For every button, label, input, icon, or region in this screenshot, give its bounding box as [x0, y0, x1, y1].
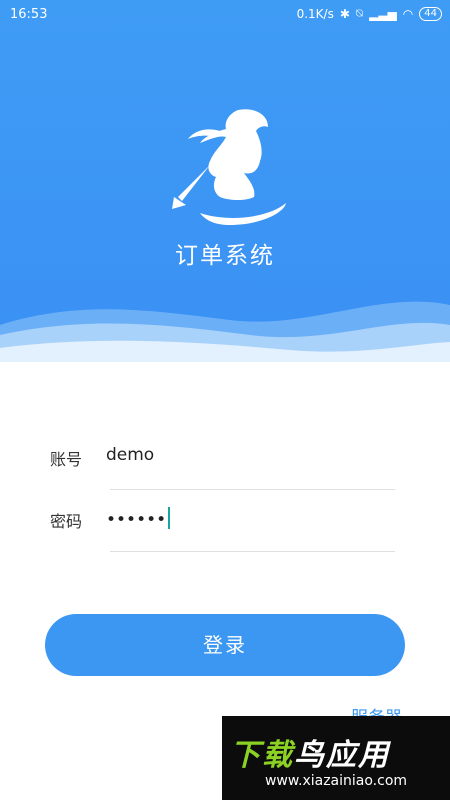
- alarm-off-icon: ⍉: [355, 6, 364, 20]
- signal-icon: ▂▃▅: [369, 6, 397, 21]
- bluetooth-icon: ✱: [339, 6, 350, 21]
- watermark-title-part1: 下载: [230, 738, 294, 773]
- battery-icon: 44: [419, 6, 442, 21]
- password-row: 密码 ••••••: [50, 490, 395, 552]
- status-icons: 0.1K/s ✱ ⍉ ▂▃▅ ◠ 44: [297, 6, 442, 21]
- password-dots: ••••••: [106, 510, 167, 530]
- username-row: 账号 demo: [50, 428, 395, 490]
- login-button[interactable]: 登录: [45, 614, 405, 676]
- app-title: 订单系统: [175, 243, 275, 269]
- watermark-title: 下载鸟应用: [230, 730, 390, 774]
- password-underline: [110, 551, 395, 552]
- username-label: 账号: [50, 450, 83, 469]
- username-input[interactable]: demo: [106, 445, 154, 465]
- status-bar: 16:53 0.1K/s ✱ ⍉ ▂▃▅ ◠ 44: [0, 0, 450, 30]
- header-banner: 16:53 0.1K/s ✱ ⍉ ▂▃▅ ◠ 44 订单系统: [0, 0, 450, 362]
- watermark-overlay: 下载鸟应用 www.xiazainiao.com: [222, 716, 450, 800]
- password-input[interactable]: ••••••: [106, 507, 171, 530]
- wifi-icon: ◠: [402, 6, 414, 21]
- ninja-logo-icon: [172, 109, 286, 225]
- network-speed: 0.1K/s: [296, 6, 334, 21]
- watermark-url: www.xiazainiao.com: [264, 773, 408, 789]
- status-time: 16:53: [10, 7, 48, 22]
- wave-decoration: [0, 301, 450, 362]
- password-label: 密码: [50, 512, 83, 531]
- text-cursor: [168, 507, 171, 529]
- watermark-title-part2: 鸟应用: [294, 738, 390, 773]
